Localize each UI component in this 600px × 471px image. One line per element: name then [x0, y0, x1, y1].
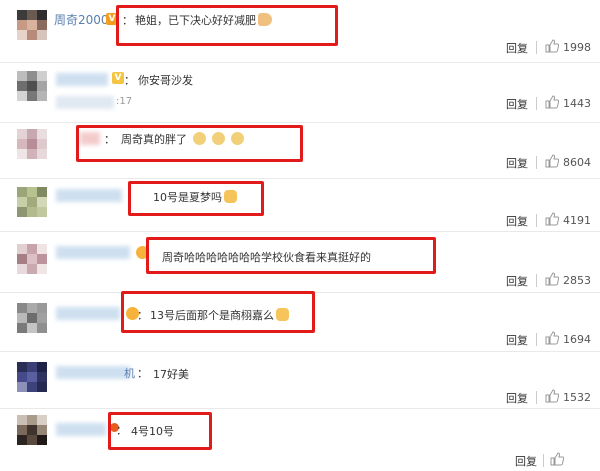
divider [536, 156, 537, 169]
like-count: 2853 [563, 274, 591, 287]
timestamp: :17 [116, 96, 133, 107]
avatar[interactable] [17, 415, 47, 451]
username-blurred [56, 189, 122, 202]
like-count: 1532 [563, 391, 591, 404]
thumbs-up-icon[interactable] [550, 452, 564, 466]
comment-row: 机 ： 17好美 回复 1532 [0, 352, 600, 408]
timestamp-blurred [56, 96, 114, 109]
divider [536, 391, 537, 404]
reply-button[interactable]: 回复 [506, 40, 528, 56]
divider [543, 454, 544, 467]
like-count: 1694 [563, 333, 591, 346]
comment-row: ： 4号10号 回复 [0, 409, 600, 471]
highlight-box [146, 237, 436, 274]
thumbs-up-icon[interactable] [545, 154, 559, 168]
thumbs-up-icon[interactable] [545, 39, 559, 53]
divider [536, 97, 537, 110]
username-blurred [56, 73, 108, 86]
avatar[interactable] [17, 187, 47, 217]
reply-button[interactable]: 回复 [506, 332, 528, 348]
avatar[interactable] [17, 362, 47, 392]
thumbs-up-icon[interactable] [545, 272, 559, 286]
comment-row: 10号是夏梦吗 回复 4191 [0, 179, 600, 231]
reply-button[interactable]: 回复 [506, 273, 528, 289]
like-count: 1998 [563, 41, 591, 54]
highlight-box [76, 125, 303, 162]
highlight-box [128, 181, 264, 216]
like-count: 4191 [563, 214, 591, 227]
username-suffix: 机 [124, 367, 135, 380]
avatar[interactable] [17, 244, 47, 274]
colon: ： [137, 367, 148, 380]
like-count: 8604 [563, 156, 591, 169]
divider [536, 41, 537, 54]
divider [536, 274, 537, 287]
comment-row: V ： 你安哥沙发 :17 回复 1443 [0, 63, 600, 123]
avatar[interactable] [17, 10, 47, 40]
highlight-box [116, 5, 338, 46]
reply-button[interactable]: 回复 [506, 155, 528, 171]
like-count: 1443 [563, 97, 591, 110]
comment-text: 17好美 [153, 368, 189, 381]
reply-button[interactable]: 回复 [506, 213, 528, 229]
username-blurred [56, 307, 120, 320]
avatar[interactable] [17, 71, 47, 101]
reply-button[interactable]: 回复 [506, 390, 528, 406]
avatar[interactable] [17, 129, 47, 159]
highlight-box [121, 291, 315, 333]
username[interactable]: 周奇2000 [54, 11, 109, 28]
username-blurred [56, 246, 130, 259]
thumbs-up-icon[interactable] [545, 331, 559, 345]
thumbs-up-icon[interactable] [545, 95, 559, 109]
divider [536, 333, 537, 346]
vip-badge-icon: V [112, 72, 124, 84]
highlight-box [108, 412, 212, 450]
thumbs-up-icon[interactable] [545, 212, 559, 226]
username-blurred [56, 366, 130, 379]
divider [536, 214, 537, 227]
thumbs-up-icon[interactable] [545, 389, 559, 403]
reply-button[interactable]: 回复 [515, 453, 537, 469]
reply-button[interactable]: 回复 [506, 96, 528, 112]
avatar[interactable] [17, 303, 47, 333]
colon: ： [124, 74, 135, 87]
comment-text: 你安哥沙发 [138, 74, 193, 87]
username-blurred [56, 423, 106, 436]
